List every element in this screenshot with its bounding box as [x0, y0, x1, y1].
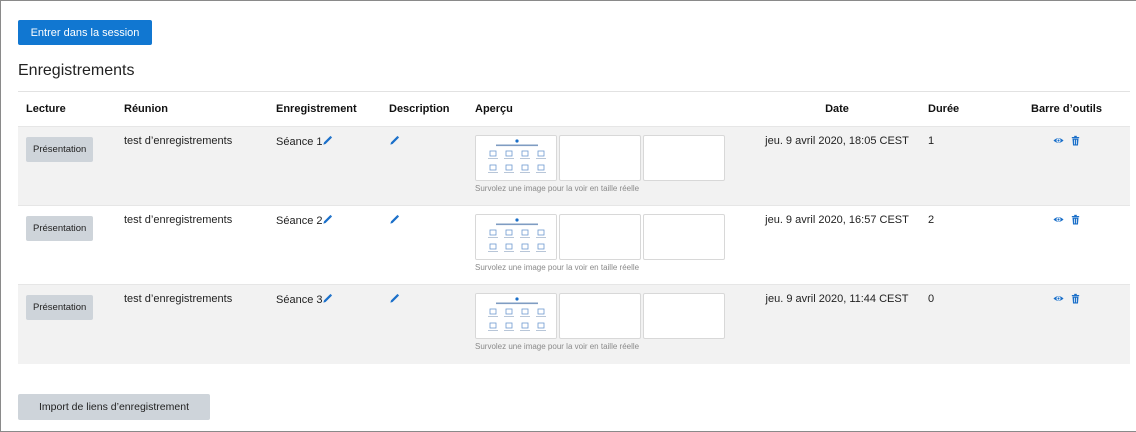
cell-date: jeu. 9 avril 2020, 16:57 CEST: [754, 205, 920, 285]
cell-description: [381, 126, 467, 206]
table-row: Présentation test d’enregistrements Séan…: [18, 205, 1130, 285]
preview-hint: Survolez une image pour la voir en taill…: [475, 184, 640, 193]
preview-hint: Survolez une image pour la voir en taill…: [475, 263, 640, 272]
trash-icon[interactable]: [1070, 214, 1081, 225]
row-toolbar: [1011, 214, 1122, 225]
cell-description: [381, 205, 467, 285]
recording-duration: 2: [928, 214, 935, 226]
cell-date: jeu. 9 avril 2020, 11:44 CEST: [754, 284, 920, 364]
cell-lecture: Présentation: [18, 205, 116, 285]
recordings-table: Lecture Réunion Enregistrement Descripti…: [18, 91, 1130, 364]
cell-lecture: Présentation: [18, 284, 116, 364]
pencil-icon[interactable]: [389, 293, 400, 304]
preview-thumbnail[interactable]: [475, 135, 557, 181]
table-header-row: Lecture Réunion Enregistrement Descripti…: [18, 91, 1130, 127]
recordings-title: Enregistrements: [18, 62, 135, 79]
row-toolbar: [1011, 135, 1122, 146]
slide-thumbnail-graphic: [476, 136, 556, 180]
col-header-reunion: Réunion: [116, 91, 268, 127]
row-toolbar: [1011, 293, 1122, 304]
cell-preview: Survolez une image pour la voir en taill…: [467, 284, 754, 364]
cell-preview: Survolez une image pour la voir en taill…: [467, 205, 754, 285]
meeting-name: test d’enregistrements: [124, 293, 233, 305]
col-header-duree: Durée: [920, 91, 1003, 127]
cell-duration: 2: [920, 205, 1003, 285]
table-row: Présentation test d’enregistrements Séan…: [18, 284, 1130, 364]
col-header-enregistrement: Enregistrement: [268, 91, 381, 127]
slide-thumbnail-graphic: [476, 215, 556, 259]
recording-duration: 0: [928, 293, 935, 305]
cell-duration: 1: [920, 126, 1003, 206]
cell-toolbar: [1003, 126, 1130, 206]
preview-thumbnails: [475, 293, 746, 339]
preview-thumbnail[interactable]: [643, 214, 725, 260]
cell-meeting: test d’enregistrements: [116, 126, 268, 206]
meeting-name: test d’enregistrements: [124, 135, 233, 147]
col-header-barre-outils: Barre d’outils: [1003, 91, 1130, 127]
col-header-apercu: Aperçu: [467, 91, 754, 127]
cell-toolbar: [1003, 205, 1130, 285]
recording-date: jeu. 9 avril 2020, 16:57 CEST: [765, 214, 909, 226]
preview-thumbnail[interactable]: [559, 135, 641, 181]
cell-date: jeu. 9 avril 2020, 18:05 CEST: [754, 126, 920, 206]
pencil-icon[interactable]: [322, 214, 333, 225]
preview-hint: Survolez une image pour la voir en taill…: [475, 342, 640, 351]
preview-thumbnail[interactable]: [475, 293, 557, 339]
preview-thumbnail[interactable]: [559, 293, 641, 339]
preview-thumbnails: [475, 214, 746, 260]
col-header-description: Description: [381, 91, 467, 127]
eye-icon[interactable]: [1052, 214, 1064, 225]
presentation-button[interactable]: Présentation: [26, 216, 94, 241]
cell-recording: Séance 2: [268, 205, 381, 285]
pencil-icon[interactable]: [322, 135, 333, 146]
trash-icon[interactable]: [1070, 135, 1081, 146]
table-row: Présentation test d’enregistrements Séan…: [18, 126, 1130, 206]
presentation-button[interactable]: Présentation: [26, 137, 94, 162]
meeting-name: test d’enregistrements: [124, 214, 233, 226]
pencil-icon[interactable]: [389, 135, 400, 146]
preview-thumbnail[interactable]: [475, 214, 557, 260]
trash-icon[interactable]: [1070, 293, 1081, 304]
recording-duration: 1: [928, 135, 935, 147]
recording-name: Séance 1: [276, 136, 323, 148]
preview-thumbnails: [475, 135, 746, 181]
preview-thumbnail[interactable]: [643, 293, 725, 339]
recording-date: jeu. 9 avril 2020, 18:05 CEST: [765, 135, 909, 147]
cell-recording: Séance 1: [268, 126, 381, 206]
cell-meeting: test d’enregistrements: [116, 284, 268, 364]
preview-thumbnail[interactable]: [559, 214, 641, 260]
cell-meeting: test d’enregistrements: [116, 205, 268, 285]
cell-preview: Survolez une image pour la voir en taill…: [467, 126, 754, 206]
presentation-button[interactable]: Présentation: [26, 295, 94, 320]
import-recording-links-button[interactable]: Import de liens d’enregistrement: [18, 394, 210, 420]
eye-icon[interactable]: [1052, 135, 1064, 146]
recording-name: Séance 2: [276, 215, 323, 227]
slide-thumbnail-graphic: [476, 294, 556, 338]
cell-duration: 0: [920, 284, 1003, 364]
eye-icon[interactable]: [1052, 293, 1064, 304]
col-header-date: Date: [754, 91, 920, 127]
recording-name: Séance 3: [276, 294, 323, 306]
pencil-icon[interactable]: [322, 293, 333, 304]
cell-description: [381, 284, 467, 364]
cell-toolbar: [1003, 284, 1130, 364]
cell-recording: Séance 3: [268, 284, 381, 364]
pencil-icon[interactable]: [389, 214, 400, 225]
cell-lecture: Présentation: [18, 126, 116, 206]
recording-date: jeu. 9 avril 2020, 11:44 CEST: [765, 293, 909, 305]
col-header-lecture: Lecture: [18, 91, 116, 127]
enter-session-button[interactable]: Entrer dans la session: [18, 20, 152, 45]
preview-thumbnail[interactable]: [643, 135, 725, 181]
